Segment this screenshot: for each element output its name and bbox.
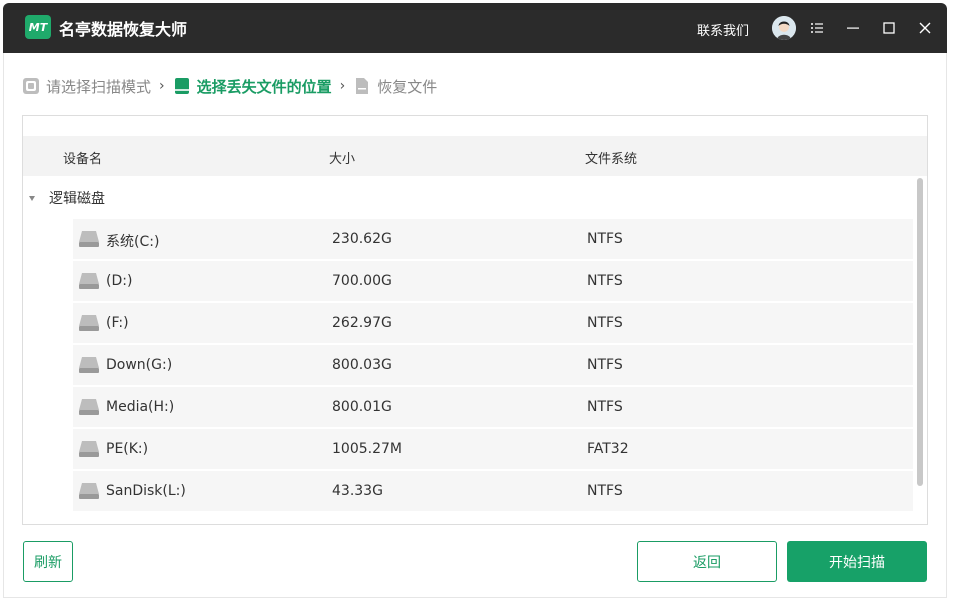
table-row[interactable]: 系统(C:) 230.62G NTFS [73, 219, 913, 259]
scrollbar-thumb[interactable] [917, 178, 923, 486]
breadcrumb-label: 请选择扫描模式 [46, 77, 152, 96]
device-table: 设备名 大小 文件系统 逻辑磁盘 系统(C:) 230.62G NTFS (D:… [22, 115, 928, 525]
device-size: 230.62G [332, 231, 392, 247]
refresh-button[interactable]: 刷新 [23, 541, 73, 582]
device-name: 系统(C:) [106, 234, 160, 250]
device-name: SanDisk(L:) [106, 483, 186, 499]
device-fs: NTFS [587, 315, 623, 331]
device-fs: NTFS [587, 231, 623, 247]
app-logo: MT [25, 15, 51, 39]
table-row[interactable]: Down(G:) 800.03G NTFS [73, 345, 913, 385]
title-bar: MT 名亭数据恢复大师 联系我们 [3, 3, 947, 53]
breadcrumb: 请选择扫描模式 › 选择丢失文件的位置 › 恢复文件 [22, 75, 437, 97]
breadcrumb-separator: › [339, 78, 346, 94]
device-fs: NTFS [587, 399, 623, 415]
logo-text: MT [28, 20, 48, 34]
recover-file-icon [356, 78, 369, 94]
user-avatar-icon[interactable] [772, 16, 796, 40]
column-header-size: 大小 [329, 152, 356, 167]
table-row[interactable]: (F:) 262.97G NTFS [73, 303, 913, 343]
device-fs: NTFS [587, 273, 623, 289]
table-row[interactable]: (D:) 700.00G NTFS [73, 261, 913, 301]
column-header-device: 设备名 [63, 152, 103, 167]
disk-drive-icon [79, 441, 99, 457]
table-row[interactable]: PE(K:) 1005.27M FAT32 [73, 429, 913, 469]
device-size: 800.01G [332, 399, 392, 415]
device-name: (F:) [106, 315, 129, 331]
expand-triangle-icon[interactable] [29, 195, 35, 201]
disk-drive-icon [79, 483, 99, 499]
device-size: 800.03G [332, 357, 392, 373]
device-name: Media(H:) [106, 399, 175, 415]
column-header-fs: 文件系统 [585, 152, 638, 167]
breadcrumb-step-recover[interactable]: 恢复文件 [353, 76, 437, 97]
disk-drive-icon [79, 399, 99, 415]
disk-drive-icon [79, 357, 99, 373]
breadcrumb-label: 选择丢失文件的位置 [196, 77, 332, 96]
maximize-icon[interactable] [877, 16, 901, 40]
back-button[interactable]: 返回 [637, 541, 777, 582]
device-name: Down(G:) [106, 357, 173, 373]
disk-drive-icon [79, 315, 99, 331]
group-logical-disks[interactable]: 逻辑磁盘 [29, 188, 105, 208]
breadcrumb-label: 恢复文件 [377, 77, 438, 96]
device-fs: FAT32 [587, 441, 629, 457]
table-row[interactable]: SanDisk(L:) 43.33G NTFS [73, 471, 913, 511]
breadcrumb-step-scan-mode[interactable]: 请选择扫描模式 [22, 76, 151, 97]
device-fs: NTFS [587, 483, 623, 499]
device-size: 43.33G [332, 483, 383, 499]
device-name: PE(K:) [106, 441, 149, 457]
device-size: 700.00G [332, 273, 392, 289]
start-scan-button[interactable]: 开始扫描 [787, 541, 927, 582]
menu-icon[interactable] [805, 16, 829, 40]
device-size: 1005.27M [332, 441, 402, 457]
scan-mode-icon [23, 78, 39, 94]
table-header: 设备名 大小 文件系统 [23, 136, 927, 176]
breadcrumb-step-location[interactable]: 选择丢失文件的位置 [173, 76, 332, 97]
disk-drive-icon [79, 273, 99, 289]
folder-location-icon [174, 78, 189, 94]
device-name: (D:) [106, 273, 133, 289]
app-title: 名亭数据恢复大师 [59, 20, 188, 39]
close-icon[interactable] [913, 16, 937, 40]
device-size: 262.97G [332, 315, 392, 331]
group-label: 逻辑磁盘 [49, 191, 105, 207]
disk-drive-icon [79, 231, 99, 247]
table-row[interactable]: Media(H:) 800.01G NTFS [73, 387, 913, 427]
breadcrumb-separator: › [159, 78, 165, 94]
minimize-icon[interactable] [841, 16, 865, 40]
device-fs: NTFS [587, 357, 623, 373]
contact-us-link[interactable]: 联系我们 [697, 20, 749, 39]
